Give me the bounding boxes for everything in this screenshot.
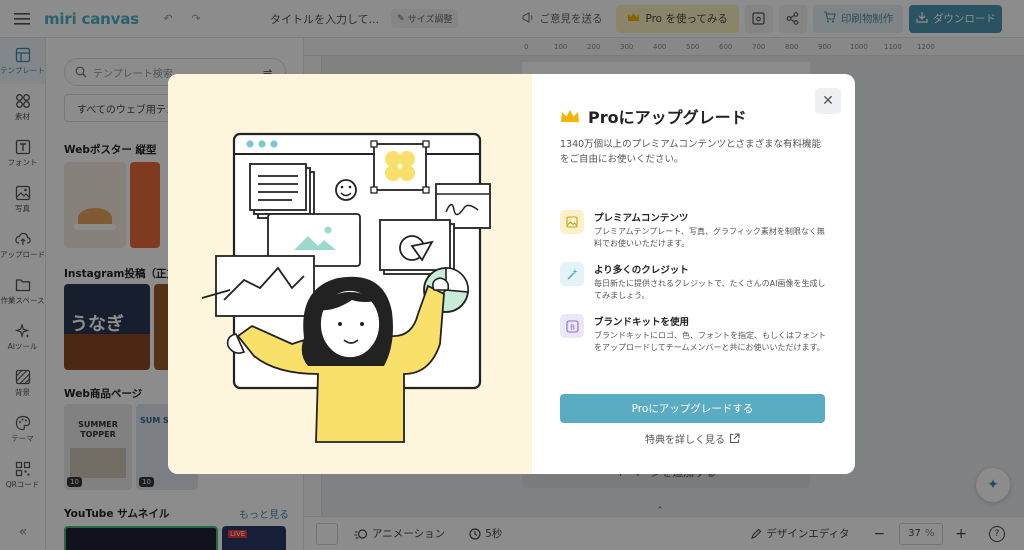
feature-item: B ブランドキットを使用 ブランドキットにロゴ、色、フォントを指定、もしくはフォ… [560, 314, 830, 354]
modal-title: Proにアップグレード [560, 104, 828, 128]
crown-icon [561, 109, 579, 122]
pro-illustration [201, 132, 491, 443]
upgrade-button[interactable]: Proにアップグレードする [560, 394, 825, 423]
illustration-panel [168, 74, 532, 474]
external-link-icon [729, 433, 740, 444]
modal-description: 1340万個以上のプレミアムコンテンツとさまざまな有料機能をご自由にお使いくださ… [560, 139, 822, 165]
feature-title: より多くのクレジット [594, 265, 689, 276]
feature-title: プレミアムコンテンツ [594, 213, 689, 224]
feature-description: ブランドキットにロゴ、色、フォントを指定、もしくはフォントをアップロードしてチー… [594, 331, 826, 352]
upgrade-content: ✕ Proにアップグレード 1340万個以上のプレミアムコンテンツとさまざまな有… [532, 74, 855, 474]
feature-item: より多くのクレジット 毎日新たに提供されるクレジットで、たくさんのAI画像を生成… [560, 262, 830, 302]
feature-item: プレミアムコンテンツ プレミアムテンプレート、写真、グラフィック素材を制限なく無… [560, 210, 830, 250]
feature-description: 毎日新たに提供されるクレジットで、たくさんのAI画像を生成してみましょう。 [594, 279, 826, 300]
magic-wand-icon [560, 262, 584, 286]
brand-kit-icon: B [560, 314, 584, 338]
details-link[interactable]: 特典を詳しく見る [560, 431, 825, 446]
svg-text:B: B [570, 323, 575, 331]
modal-title-text: Proにアップグレード [588, 108, 747, 127]
feature-title: ブランドキットを使用 [594, 317, 690, 328]
details-label: 特典を詳しく見る [645, 435, 725, 446]
upgrade-modal: ✕ Proにアップグレード 1340万個以上のプレミアムコンテンツとさまざまな有… [168, 74, 855, 474]
close-icon[interactable]: ✕ [815, 88, 841, 114]
feature-description: プレミアムテンプレート、写真、グラフィック素材を制限なく無料でお使いいただけます… [594, 227, 825, 248]
image-icon [560, 210, 584, 234]
